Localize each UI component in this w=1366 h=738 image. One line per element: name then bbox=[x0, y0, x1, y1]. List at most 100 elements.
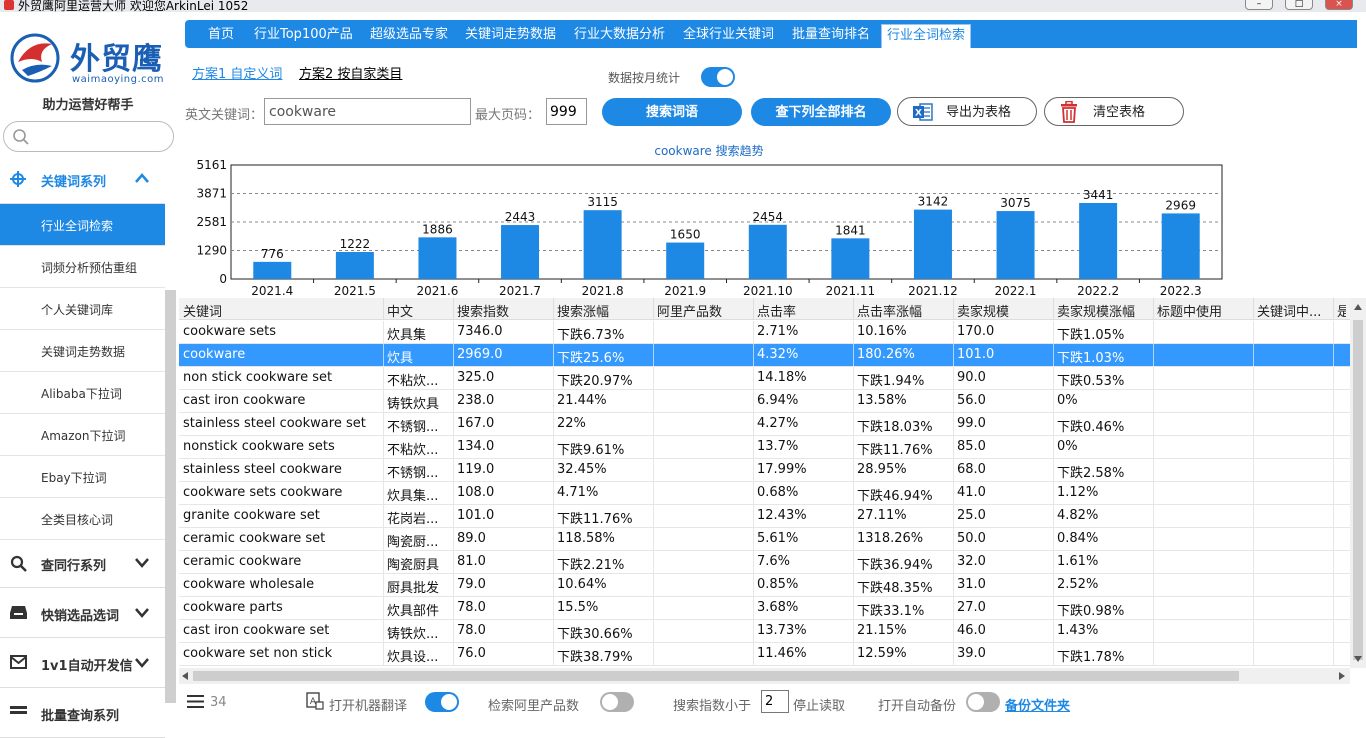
scroll-left-icon[interactable] bbox=[182, 672, 188, 680]
data-label: 2454 bbox=[753, 210, 784, 224]
sidebar-group-fast-selection[interactable]: 快销选品选词 bbox=[0, 590, 165, 638]
table-row[interactable]: cookware wholesale 厨具批发 79.0 10.64% 0.85% 下跌4… bbox=[179, 574, 1350, 597]
plan1-link[interactable]: 方案1 自定义词 bbox=[192, 63, 282, 82]
table-cell: 铸铁炊... bbox=[387, 627, 439, 642]
cell-divider bbox=[853, 321, 854, 344]
column-header[interactable]: 标题中使用 bbox=[1157, 301, 1222, 320]
column-divider[interactable] bbox=[453, 298, 454, 320]
tab-industry-bigdata[interactable]: 行业大数据分析 bbox=[574, 24, 665, 48]
table-row[interactable]: cast iron cookware set 铸铁炊... 78.0 下跌30.66%… bbox=[179, 620, 1350, 643]
backup-folder-link[interactable]: 备份文件夹 bbox=[1005, 695, 1070, 714]
table-row[interactable]: stainless steel cookware set 不锈钢... 167.0 2… bbox=[179, 413, 1350, 436]
column-divider[interactable] bbox=[1333, 298, 1334, 320]
table-row[interactable]: nonstick cookware sets 不粘炊... 134.0 下跌9.61%… bbox=[179, 436, 1350, 459]
column-header[interactable]: 点击率涨幅 bbox=[857, 301, 922, 320]
table-row[interactable]: cookware sets cookware 炊具集... 108.0 4.71% 0.… bbox=[179, 482, 1350, 505]
column-header[interactable]: 关键词中... bbox=[1257, 301, 1321, 320]
table-cell: 13.73% bbox=[757, 623, 807, 638]
table-row[interactable]: granite cookware set 花岗岩... 101.0 下跌11.76% 1… bbox=[179, 505, 1350, 528]
sidebar-item-keyword-trend[interactable]: 关键词走势数据 bbox=[0, 330, 165, 372]
tab-super-selection[interactable]: 超级选品专家 bbox=[370, 24, 448, 48]
column-header[interactable]: 点击率 bbox=[757, 301, 796, 320]
column-header[interactable]: 卖家规模涨幅 bbox=[1057, 301, 1135, 320]
sidebar-group-keywords[interactable]: 关键词系列 bbox=[0, 156, 165, 204]
table-row[interactable]: ceramic cookware 陶瓷厨具 81.0 下跌2.21% 7.6% 下跌36.… bbox=[179, 551, 1350, 574]
minimize-button[interactable]: – bbox=[1245, 0, 1273, 10]
table-cell: 下跌1.05% bbox=[1057, 328, 1125, 343]
cell-divider bbox=[753, 459, 754, 482]
sidebar-group-batch-query[interactable]: 批量查询系列 bbox=[0, 690, 165, 738]
table-row[interactable]: non stick cookware set 不粘炊... 325.0 下跌20.97… bbox=[179, 367, 1350, 390]
column-header[interactable]: 搜索指数 bbox=[457, 301, 509, 320]
scroll-right-icon[interactable] bbox=[1339, 672, 1345, 680]
menu-icon[interactable] bbox=[187, 695, 204, 708]
sidebar-item-industry-search[interactable]: 行业全词检索 bbox=[0, 204, 165, 246]
vertical-scroll-thumb[interactable] bbox=[1353, 320, 1363, 660]
cell-divider bbox=[553, 574, 554, 597]
cell-divider bbox=[1153, 459, 1154, 482]
tab-global-keywords[interactable]: 全球行业关键词 bbox=[683, 24, 774, 48]
column-header[interactable]: 中文 bbox=[387, 301, 413, 320]
tab-home[interactable]: 首页 bbox=[208, 24, 234, 48]
sidebar-scrollbar[interactable] bbox=[165, 290, 176, 703]
table-vertical-scrollbar[interactable] bbox=[1350, 298, 1366, 668]
column-divider[interactable] bbox=[953, 298, 954, 320]
scroll-down-icon[interactable] bbox=[1354, 656, 1362, 662]
clear-table-button[interactable]: 清空表格 bbox=[1044, 97, 1184, 126]
ali-count-toggle[interactable] bbox=[600, 692, 634, 712]
column-header[interactable]: 阿里产品数 bbox=[657, 301, 722, 320]
sidebar-group-competitors[interactable]: 查同行系列 bbox=[0, 540, 165, 588]
column-header[interactable]: 是 bbox=[1337, 301, 1346, 320]
sidebar-search-input[interactable] bbox=[3, 121, 174, 152]
search-words-button[interactable]: 搜索词语 bbox=[602, 98, 742, 126]
column-divider[interactable] bbox=[383, 298, 384, 320]
translate-toggle[interactable] bbox=[425, 692, 459, 712]
column-header[interactable]: 关键词 bbox=[183, 301, 222, 320]
cell-divider bbox=[1053, 597, 1054, 620]
auto-backup-toggle[interactable] bbox=[966, 692, 1000, 712]
column-divider[interactable] bbox=[1053, 298, 1054, 320]
cell-divider bbox=[1333, 597, 1334, 620]
column-header[interactable]: 搜索涨幅 bbox=[557, 301, 609, 320]
max-page-input[interactable] bbox=[546, 98, 587, 125]
table-row[interactable]: ceramic cookware set 陶瓷厨... 89.0 118.58% 5.6… bbox=[179, 528, 1350, 551]
column-header[interactable]: 卖家规模 bbox=[957, 301, 1009, 320]
close-button[interactable]: × bbox=[1325, 0, 1353, 10]
tab-industry-top100[interactable]: 行业Top100产品 bbox=[254, 24, 353, 48]
table-row[interactable]: stainless steel cookware 不锈钢... 119.0 32.45… bbox=[179, 459, 1350, 482]
threshold-input[interactable] bbox=[761, 690, 789, 713]
sidebar-item-alibaba-dropdown[interactable]: Alibaba下拉词 bbox=[0, 372, 165, 414]
table-row[interactable]: cookware parts 炊具部件 78.0 15.5% 3.68% 下跌33.1% 2… bbox=[179, 597, 1350, 620]
table-row[interactable]: cookware 炊具 2969.0 下跌25.6% 4.32% 180.26% 101.0… bbox=[179, 344, 1350, 367]
keyword-input[interactable] bbox=[264, 98, 471, 125]
column-divider[interactable] bbox=[753, 298, 754, 320]
column-divider[interactable] bbox=[1153, 298, 1154, 320]
x-tick-label: 2021.10 bbox=[743, 284, 793, 298]
sidebar-item-ebay-dropdown[interactable]: Ebay下拉词 bbox=[0, 456, 165, 498]
sidebar-item-amazon-dropdown[interactable]: Amazon下拉词 bbox=[0, 414, 165, 456]
check-all-rank-button[interactable]: 查下列全部排名 bbox=[751, 98, 891, 126]
sidebar-group-auto-email[interactable]: 1v1自动开发信 bbox=[0, 640, 165, 688]
tab-keyword-trend[interactable]: 关键词走势数据 bbox=[465, 24, 556, 48]
scroll-up-icon[interactable] bbox=[1354, 304, 1362, 310]
plan2-link[interactable]: 方案2 按自家类目 bbox=[299, 63, 402, 82]
tab-industry-search[interactable]: 行业全词检索 bbox=[881, 24, 972, 48]
column-divider[interactable] bbox=[553, 298, 554, 320]
horizontal-scroll-thumb[interactable] bbox=[193, 671, 1239, 681]
column-divider[interactable] bbox=[1253, 298, 1254, 320]
inbox-icon bbox=[10, 606, 27, 619]
sidebar-item-core-words[interactable]: 全类目核心词 bbox=[0, 498, 165, 540]
column-divider[interactable] bbox=[853, 298, 854, 320]
table-row[interactable]: cast iron cookware 铸铁炊具 238.0 21.44% 6.94% 13… bbox=[179, 390, 1350, 413]
table-row[interactable]: cookware set non stick 炊具设... 76.0 下跌38.79%… bbox=[179, 643, 1350, 666]
monthly-stats-toggle[interactable] bbox=[701, 67, 735, 87]
sidebar-item-personal-lib[interactable]: 个人关键词库 bbox=[0, 288, 165, 330]
table-row[interactable]: cookware sets 炊具集 7346.0 下跌6.73% 2.71% 10.16%… bbox=[179, 321, 1350, 344]
tab-batch-rank[interactable]: 批量查询排名 bbox=[792, 24, 870, 48]
export-table-button[interactable]: X 导出为表格 bbox=[897, 97, 1037, 126]
maximize-button[interactable]: □ bbox=[1285, 0, 1313, 10]
table-cell: 下跌1.03% bbox=[1057, 351, 1125, 366]
column-divider[interactable] bbox=[653, 298, 654, 320]
table-horizontal-scrollbar[interactable] bbox=[179, 668, 1350, 684]
sidebar-item-word-freq[interactable]: 词频分析预估重组 bbox=[0, 246, 165, 288]
